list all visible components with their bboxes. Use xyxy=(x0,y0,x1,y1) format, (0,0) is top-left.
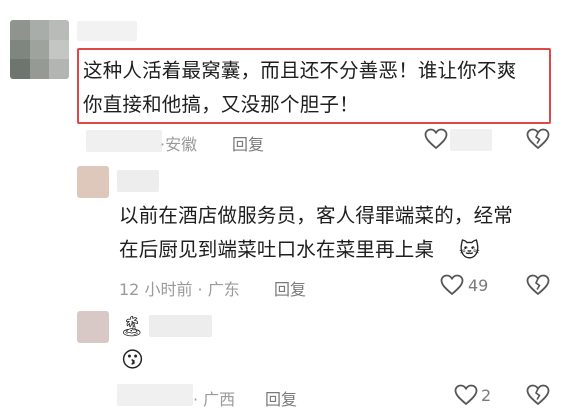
like-count-blurred xyxy=(450,129,492,151)
heart-outline-icon[interactable] xyxy=(454,384,478,406)
reply-button[interactable]: 回复 xyxy=(265,386,297,410)
heart-outline-icon[interactable] xyxy=(440,274,464,296)
reply-button[interactable]: 回复 xyxy=(274,276,306,300)
username-blurred[interactable] xyxy=(149,315,212,337)
like-count: 2 xyxy=(481,386,492,405)
avatar[interactable] xyxy=(77,166,109,198)
location-text: ·安徽 xyxy=(160,135,198,154)
broken-heart-icon[interactable] xyxy=(526,384,550,406)
time-location-text: 12 小时前 · 广东 xyxy=(119,280,240,299)
avatar[interactable] xyxy=(10,20,69,79)
reply-button[interactable]: 回复 xyxy=(232,131,264,155)
broken-heart-icon[interactable] xyxy=(526,274,550,296)
island-emoji: 🏝 xyxy=(119,314,145,338)
comment-text-line-1: 这种人活着最窝囊，而且还不分善恶！谁让你不爽 xyxy=(83,59,517,82)
time-blurred xyxy=(86,130,162,152)
like-count: 49 xyxy=(468,276,489,295)
heart-outline-icon[interactable] xyxy=(424,128,448,150)
comment-text-line-1: 以前在酒店做服务员，客人得罪端菜的，经常 xyxy=(119,204,514,227)
username-blurred[interactable] xyxy=(117,170,159,192)
broken-heart-icon[interactable] xyxy=(526,128,550,150)
comment-text-line-2: 在后厨见到端菜吐口水在菜里再上桌 xyxy=(119,238,435,261)
avatar[interactable] xyxy=(77,311,109,343)
username-blurred[interactable] xyxy=(77,21,137,41)
location-text: · 广西 xyxy=(193,390,236,409)
cat-emoji: 🐱 xyxy=(459,238,480,262)
comment-text-line-2: 你直接和他搞，又没那个胆子！ xyxy=(83,93,359,116)
kissing-face-emoji: 😗 xyxy=(121,348,144,373)
time-blurred xyxy=(117,384,193,406)
